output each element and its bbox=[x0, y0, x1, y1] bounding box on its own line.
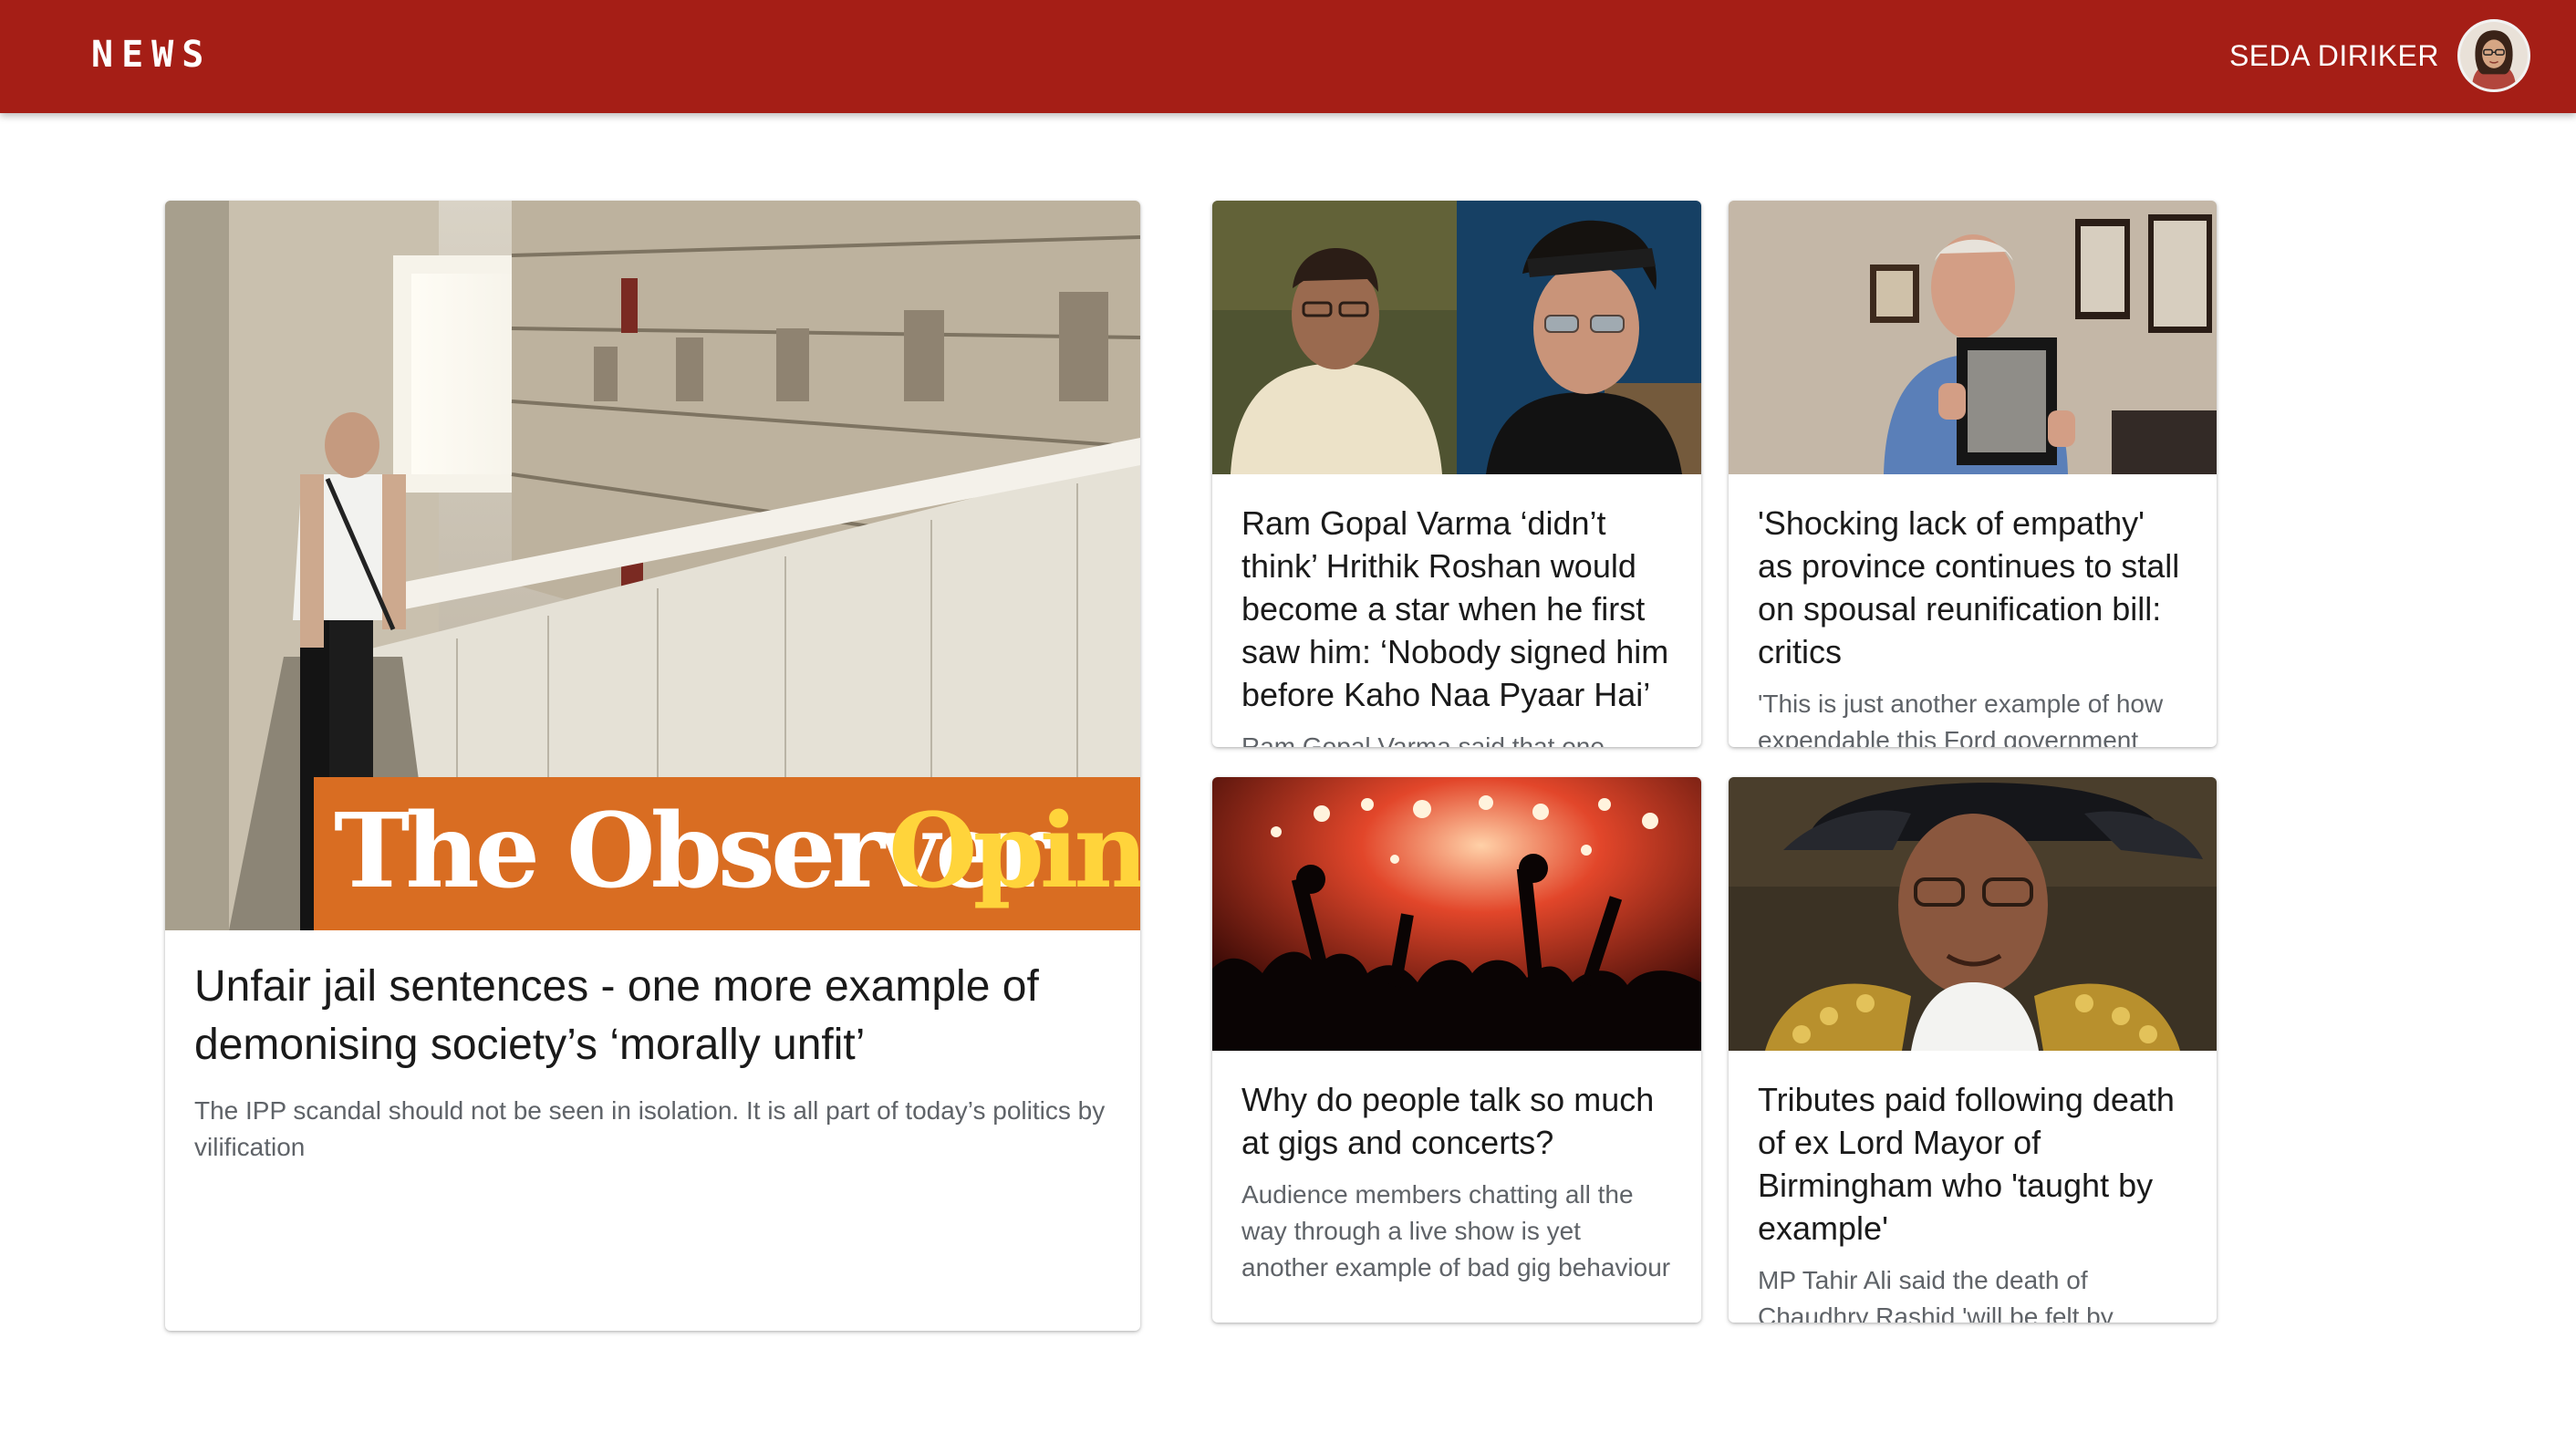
lord-mayor-photo bbox=[1729, 777, 2217, 1051]
article-card[interactable]: Why do people talk so much at gigs and c… bbox=[1212, 777, 1701, 1323]
avatar-image bbox=[2460, 22, 2528, 89]
article-image[interactable] bbox=[1729, 201, 2217, 474]
article-summary: The IPP scandal should not be seen in is… bbox=[194, 1096, 1106, 1161]
article-summary: Audience members chatting all the way th… bbox=[1241, 1180, 1671, 1282]
article-body: Why do people talk so much at gigs and c… bbox=[1212, 1051, 1701, 1286]
elderly-man-photo bbox=[1729, 201, 2217, 474]
article-summary: 'This is just another example of how exp… bbox=[1758, 690, 2164, 747]
observer-section-text: Opinion bbox=[888, 792, 1140, 911]
concert-photo bbox=[1212, 777, 1701, 1051]
article-body: Ram Gopal Varma ‘didn’t think’ Hrithik R… bbox=[1212, 474, 1701, 747]
article-image[interactable]: The Observer Opinion bbox=[165, 201, 1140, 930]
article-headline[interactable]: 'Shocking lack of empathy' as province c… bbox=[1758, 502, 2187, 673]
article-headline[interactable]: Unfair jail sentences - one more example… bbox=[194, 958, 1111, 1074]
article-body: Unfair jail sentences - one more example… bbox=[165, 930, 1140, 1166]
article-card[interactable]: 'Shocking lack of empathy' as province c… bbox=[1729, 201, 2217, 747]
article-body: Tributes paid following death of ex Lord… bbox=[1729, 1051, 2217, 1323]
observer-opinion-banner: The Observer Opinion bbox=[314, 777, 1140, 930]
top-app-bar: NEWS SEDA DIRIKER bbox=[0, 0, 2576, 113]
article-image[interactable] bbox=[1729, 777, 2217, 1051]
brand-logo[interactable]: NEWS bbox=[91, 31, 212, 78]
article-headline[interactable]: Tributes paid following death of ex Lord… bbox=[1758, 1078, 2187, 1250]
article-card[interactable]: Ram Gopal Varma ‘didn’t think’ Hrithik R… bbox=[1212, 201, 1701, 747]
user-account[interactable]: SEDA DIRIKER bbox=[2229, 18, 2530, 93]
article-summary: MP Tahir Ali said the death of Chaudhry … bbox=[1758, 1266, 2114, 1323]
feature-article-card[interactable]: The Observer Opinion Unfair jail sentenc… bbox=[165, 201, 1140, 1331]
avatar[interactable] bbox=[2457, 19, 2530, 92]
article-body: 'Shocking lack of empathy' as province c… bbox=[1729, 474, 2217, 747]
article-headline[interactable]: Why do people talk so much at gigs and c… bbox=[1241, 1078, 1672, 1164]
actors-photo bbox=[1212, 201, 1701, 474]
article-headline[interactable]: Ram Gopal Varma ‘didn’t think’ Hrithik R… bbox=[1241, 502, 1672, 716]
article-card[interactable]: Tributes paid following death of ex Lord… bbox=[1729, 777, 2217, 1323]
article-image[interactable] bbox=[1212, 777, 1701, 1051]
user-name[interactable]: SEDA DIRIKER bbox=[2229, 39, 2439, 73]
article-image[interactable] bbox=[1212, 201, 1701, 474]
article-summary: Ram Gopal Varma said that one bbox=[1241, 732, 1605, 747]
